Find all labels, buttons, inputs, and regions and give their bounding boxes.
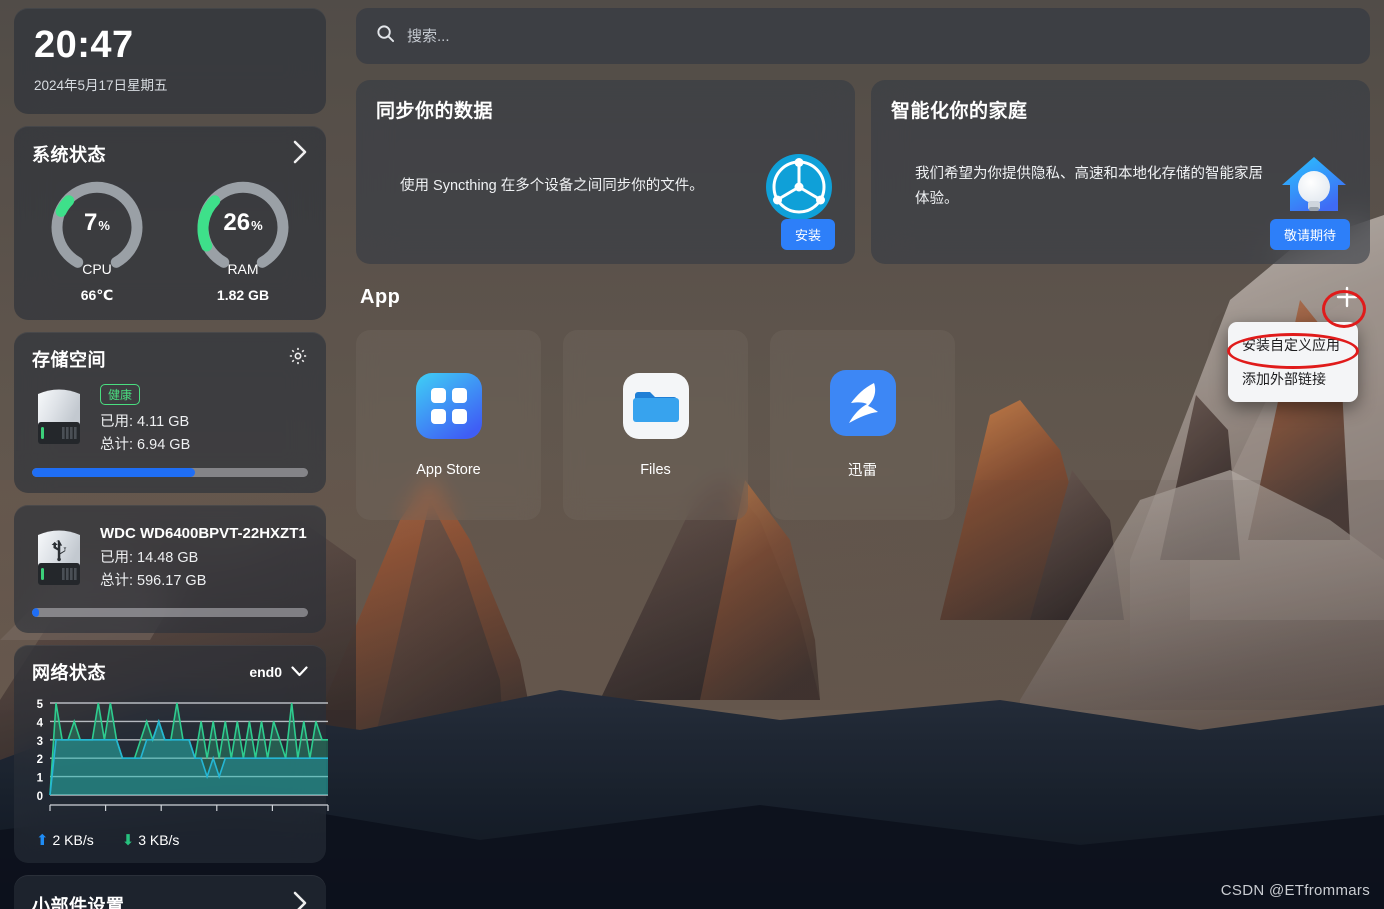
add-app-menu[interactable]: 安装自定义应用 添加外部链接 bbox=[1228, 322, 1358, 402]
svg-text:1: 1 bbox=[37, 772, 44, 784]
app-grid: App Store Files 迅雷 bbox=[356, 330, 1370, 520]
app-label-app-store: App Store bbox=[416, 461, 481, 478]
system-status-widget[interactable]: 系统状态 7% CPU 66℃ 26% RAM 1.82 GB bbox=[14, 125, 326, 320]
system-status-title: 系统状态 bbox=[32, 145, 106, 166]
external-usage-bar bbox=[32, 607, 308, 617]
watermark: CSDN @ETfrommars bbox=[1220, 882, 1370, 899]
syncthing-logo-icon bbox=[763, 153, 835, 221]
ram-used: 1.82 GB bbox=[216, 286, 270, 303]
network-title: 网络状态 bbox=[32, 662, 106, 683]
svg-text:4: 4 bbox=[37, 717, 44, 729]
health-status-badge: 健康 bbox=[100, 383, 141, 405]
syncthing-promo-title: 同步你的数据 bbox=[376, 101, 494, 122]
storage-title: 存储空间 bbox=[32, 349, 106, 370]
app-label-files: Files bbox=[640, 461, 671, 478]
chevron-down-icon bbox=[291, 664, 308, 680]
xunlei-icon bbox=[829, 370, 896, 441]
app-tile-files[interactable]: Files bbox=[563, 330, 748, 520]
internal-total: 总计: 6.94 GB bbox=[100, 436, 191, 453]
add-app-button[interactable] bbox=[1330, 280, 1364, 314]
chevron-right-icon[interactable] bbox=[293, 891, 308, 909]
external-total: 总计: 596.17 GB bbox=[100, 572, 207, 589]
widget-settings-title: 小部件设置 bbox=[32, 896, 125, 909]
network-speeds: ⬆ 2 KB/s ⬇ 3 KB/s bbox=[14, 825, 326, 849]
gear-icon[interactable] bbox=[288, 346, 308, 371]
svg-text:2: 2 bbox=[37, 754, 43, 766]
internal-used: 已用: 4.11 GB bbox=[100, 413, 190, 430]
cpu-gauge: 7% CPU 66℃ bbox=[32, 181, 162, 304]
app-label-xunlei: 迅雷 bbox=[848, 463, 877, 479]
widget-settings-entry[interactable]: 小部件设置 bbox=[14, 874, 326, 909]
svg-text:3: 3 bbox=[37, 736, 43, 748]
usb-drive-icon bbox=[32, 523, 86, 594]
smart-home-logo-icon bbox=[1278, 151, 1350, 223]
download-speed: ⬇ 3 KB/s bbox=[121, 831, 180, 849]
syncthing-promo-text: 使用 Syncthing 在多个设备之间同步你的文件。 bbox=[400, 178, 704, 195]
internal-usage-fill bbox=[32, 467, 195, 477]
menu-item-install-custom-app[interactable]: 安装自定义应用 bbox=[1228, 328, 1358, 362]
chevron-right-icon[interactable] bbox=[293, 140, 308, 169]
ram-value: 26% bbox=[223, 208, 263, 236]
svg-text:0: 0 bbox=[37, 791, 43, 803]
internal-disk-info: 健康 已用: 4.11 GB 总计: 6.94 GB bbox=[100, 382, 190, 454]
smart-home-promo-card: 智能化你的家庭 我们希望为你提供隐私、高速和本地化存储的智能家居体验。 敬请期待 bbox=[871, 80, 1370, 264]
network-interface-name: end0 bbox=[249, 663, 282, 680]
external-disk-name: WDC WD6400BPVT-22HXZT1 bbox=[100, 524, 307, 542]
system-gauges: 7% CPU 66℃ 26% RAM 1.82 GB bbox=[14, 175, 326, 304]
app-tile-app-store[interactable]: App Store bbox=[356, 330, 541, 520]
clock-time: 20:47 bbox=[34, 24, 134, 66]
syncthing-promo-card: 同步你的数据 使用 Syncthing 在多个设备之间同步你的文件。 安装 bbox=[356, 80, 855, 264]
arrow-down-icon: ⬇ bbox=[121, 831, 135, 849]
ram-label: RAM bbox=[227, 260, 259, 277]
clock-widget: 20:47 2024年5月17日星期五 bbox=[14, 8, 326, 114]
cpu-label: CPU bbox=[82, 260, 112, 277]
smart-home-coming-soon-button[interactable]: 敬请期待 bbox=[1269, 219, 1350, 250]
widgets-sidebar: 20:47 2024年5月17日星期五 系统状态 7% CPU 66℃ 26% … bbox=[0, 0, 340, 909]
cpu-temperature: 66℃ bbox=[80, 286, 114, 303]
network-interface-selector[interactable]: end0 bbox=[249, 664, 308, 680]
system-status-header: 系统状态 bbox=[14, 126, 326, 175]
smart-home-promo-title: 智能化你的家庭 bbox=[891, 101, 1028, 122]
syncthing-promo-body: 使用 Syncthing 在多个设备之间同步你的文件。 bbox=[376, 123, 835, 250]
app-store-icon bbox=[415, 372, 482, 444]
search-bar[interactable] bbox=[356, 8, 1370, 64]
upload-speed: ⬆ 2 KB/s bbox=[36, 831, 94, 849]
arrow-up-icon: ⬆ bbox=[36, 831, 49, 849]
internal-usage-bar bbox=[32, 467, 308, 477]
search-icon bbox=[376, 24, 395, 48]
network-header: 网络状态 end0 bbox=[14, 645, 326, 691]
internal-disk-row: 健康 已用: 4.11 GB 总计: 6.94 GB bbox=[14, 378, 326, 454]
external-disk-row: WDC WD6400BPVT-22HXZT1 已用: 14.48 GB 总计: … bbox=[14, 505, 326, 594]
clock-date: 2024年5月17日星期五 bbox=[34, 77, 168, 93]
smart-home-promo-text: 我们希望为你提供隐私、高速和本地化存储的智能家居体验。 bbox=[915, 165, 1263, 207]
external-disk-info: WDC WD6400BPVT-22HXZT1 已用: 14.48 GB 总计: … bbox=[100, 523, 307, 590]
menu-item-add-external-link[interactable]: 添加外部链接 bbox=[1228, 362, 1358, 396]
search-input[interactable] bbox=[407, 27, 1350, 45]
app-tile-xunlei[interactable]: 迅雷 bbox=[770, 330, 955, 520]
main-content: 同步你的数据 使用 Syncthing 在多个设备之间同步你的文件。 bbox=[340, 0, 1384, 909]
network-status-widget: 网络状态 end0 0 1 2 3 4 5 ⬆ 2 KB/s ⬇ 3 KB/s bbox=[14, 644, 329, 863]
network-traffic-chart: 0 1 2 3 4 5 bbox=[14, 691, 329, 825]
app-section-header: App 安装自定义应用 添加外部链接 bbox=[356, 280, 1370, 402]
external-disk-widget: WDC WD6400BPVT-22HXZT1 已用: 14.48 GB 总计: … bbox=[14, 504, 326, 633]
promo-cards: 同步你的数据 使用 Syncthing 在多个设备之间同步你的文件。 安装 智能… bbox=[356, 80, 1370, 264]
syncthing-install-button[interactable]: 安装 bbox=[780, 219, 835, 250]
storage-widget: 存储空间 健康 已用: 4.11 GB 总计: 6.94 GB bbox=[14, 331, 326, 493]
hard-drive-icon bbox=[32, 382, 86, 453]
app-section-title: App bbox=[360, 285, 401, 308]
external-usage-fill bbox=[32, 607, 39, 617]
storage-header: 存储空间 bbox=[14, 332, 326, 378]
ram-gauge: 26% RAM 1.82 GB bbox=[178, 181, 308, 304]
files-folder-icon bbox=[622, 372, 689, 444]
cpu-value: 7% bbox=[84, 208, 110, 236]
external-used: 已用: 14.48 GB bbox=[100, 549, 199, 566]
svg-text:5: 5 bbox=[37, 699, 44, 711]
